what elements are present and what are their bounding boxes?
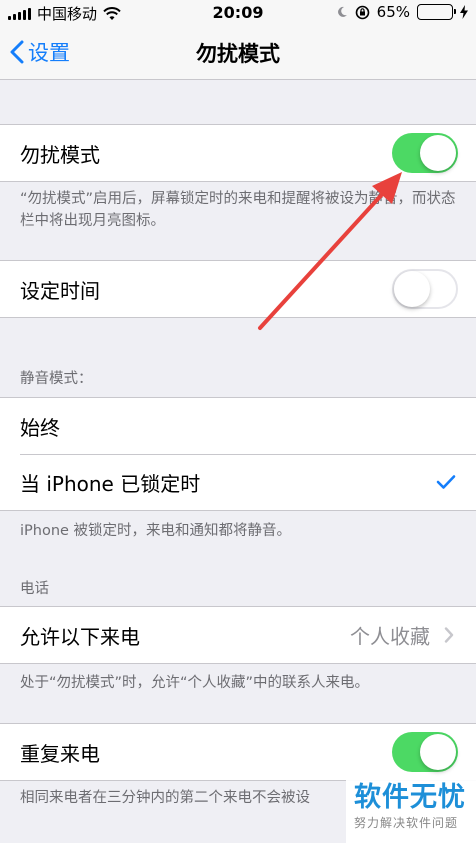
schedule-label: 设定时间 [20, 278, 100, 303]
option-label: 当 iPhone 已锁定时 [20, 471, 201, 496]
page-title: 勿扰模式 [196, 42, 280, 66]
battery-icon [417, 4, 456, 20]
silence-group: 始终 当 iPhone 已锁定时 [0, 397, 476, 511]
silence-footer: iPhone 被锁定时，来电和通知都将静音。 [20, 523, 292, 539]
silence-option-always[interactable]: 始终 [0, 398, 476, 454]
silence-option-locked[interactable]: 当 iPhone 已锁定时 [0, 454, 476, 510]
watermark: 软件无忧 努力解决软件问题 [346, 778, 476, 843]
schedule-toggle[interactable] [392, 269, 458, 309]
dnd-group: 勿扰模式 [0, 124, 476, 182]
repeated-toggle[interactable] [392, 732, 458, 772]
repeated-cell: 重复来电 [0, 724, 476, 780]
status-bar: 中国移动 20:09 65% [0, 0, 476, 24]
phone-header: 电话 [20, 581, 49, 597]
status-right: 65% [336, 3, 468, 21]
toggle-knob [420, 135, 456, 171]
battery-percent: 65% [376, 3, 410, 21]
repeated-label: 重复来电 [20, 741, 100, 766]
dnd-toggle[interactable] [392, 133, 458, 173]
schedule-cell: 设定时间 [0, 261, 476, 317]
dnd-label: 勿扰模式 [20, 142, 100, 167]
toggle-knob [420, 734, 456, 770]
schedule-group: 设定时间 [0, 260, 476, 318]
repeated-group: 重复来电 [0, 723, 476, 781]
watermark-title: 软件无忧 [354, 782, 466, 813]
allow-calls-detail: 个人收藏 [350, 621, 454, 650]
watermark-subtitle: 努力解决软件问题 [354, 816, 459, 830]
checkmark-icon [436, 475, 456, 489]
rotation-lock-icon [355, 5, 369, 19]
toggle-knob [394, 271, 430, 307]
silence-header: 静音模式： [20, 371, 93, 387]
option-label: 始终 [20, 415, 60, 440]
phone-group: 允许以下来电 个人收藏 [0, 606, 476, 664]
dnd-cell: 勿扰模式 [0, 125, 476, 181]
allow-calls-label: 允许以下来电 [20, 624, 140, 649]
dnd-footer: “勿扰模式”启用后，屏幕锁定时的来电和提醒将被设为静音，而状态栏中将出现月亮图标… [20, 191, 456, 229]
moon-icon [337, 6, 347, 17]
phone-footer: 处于“勿扰模式”时，允许“个人收藏”中的联系人来电。 [20, 675, 370, 691]
allow-calls-value: 个人收藏 [350, 624, 430, 649]
nav-bar: 设置 勿扰模式 [0, 24, 476, 80]
chevron-right-icon [444, 627, 454, 643]
allow-calls-cell[interactable]: 允许以下来电 个人收藏 [0, 607, 476, 663]
charging-icon [460, 5, 468, 19]
